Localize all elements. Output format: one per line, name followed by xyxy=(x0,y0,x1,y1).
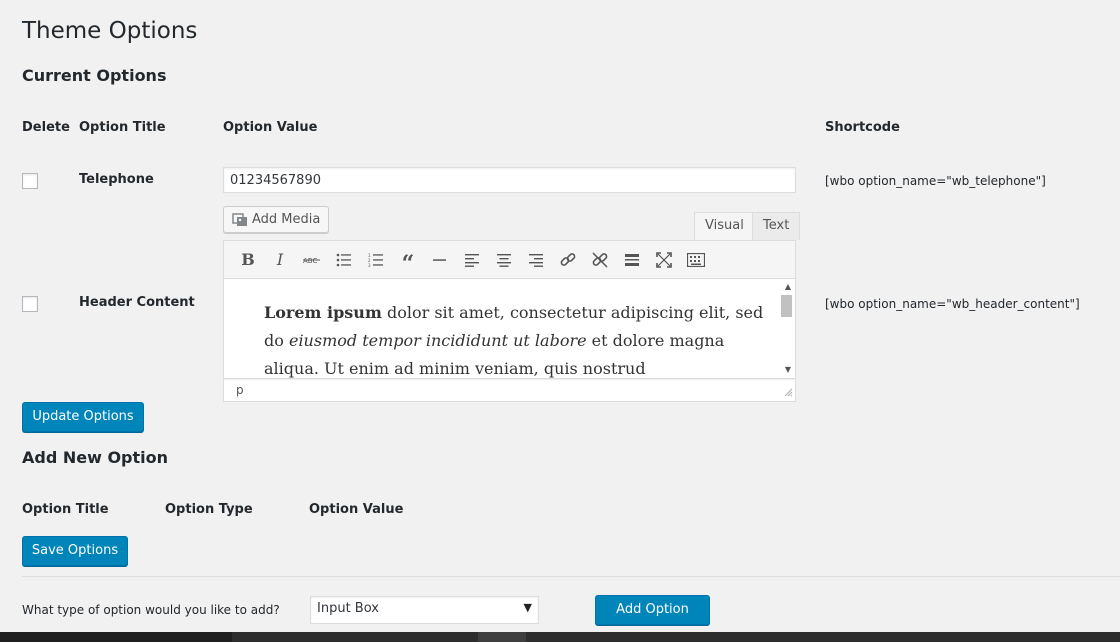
delete-header-content-checkbox[interactable] xyxy=(22,296,38,312)
editor-content-area[interactable]: Lorem ipsum dolor sit amet, consectetur … xyxy=(223,278,796,379)
add-media-icon xyxy=(232,212,248,227)
tab-text[interactable]: Text xyxy=(752,212,801,240)
section-divider xyxy=(22,576,1120,577)
column-header-option-value: Option Value xyxy=(223,120,318,135)
shortcode-telephone: [wbo option_name="wb_telephone"] xyxy=(825,174,1046,188)
insert-link-icon[interactable] xyxy=(552,245,584,275)
align-left-icon[interactable] xyxy=(456,245,488,275)
align-center-icon[interactable] xyxy=(488,245,520,275)
tab-visual[interactable]: Visual xyxy=(694,212,755,240)
column-header-shortcode: Shortcode xyxy=(825,120,900,135)
numbered-list-icon[interactable]: 123 xyxy=(360,245,392,275)
horizontal-rule-icon[interactable] xyxy=(424,245,456,275)
bullet-list-icon[interactable] xyxy=(328,245,360,275)
add-new-option-heading: Add New Option xyxy=(22,448,169,467)
add-media-button[interactable]: Add Media xyxy=(223,206,330,233)
option-title-telephone: Telephone xyxy=(79,172,154,187)
remove-link-icon[interactable] xyxy=(584,245,616,275)
os-taskbar xyxy=(0,632,1120,642)
strikethrough-icon[interactable]: ABC xyxy=(296,245,328,275)
column-header-delete: Delete xyxy=(22,120,70,135)
svg-text:3: 3 xyxy=(368,263,371,267)
blockquote-icon[interactable]: “ xyxy=(392,245,424,277)
column-header-new-option-value: Option Value xyxy=(309,502,404,517)
editor-text-italic: eiusmod tempor incididunt ut labore xyxy=(288,331,587,350)
option-type-select[interactable]: Input Box ▼ xyxy=(310,596,539,624)
element-path[interactable]: p xyxy=(236,383,244,397)
toolbar-toggle-icon[interactable] xyxy=(680,245,712,275)
scrollbar-thumb[interactable] xyxy=(781,295,792,317)
scroll-up-arrow-icon[interactable]: ▲ xyxy=(785,282,791,291)
editor-text-bold: Lorem ipsum xyxy=(264,303,382,322)
editor-toolbar: B I ABC 123 “ xyxy=(223,240,796,278)
add-media-label: Add Media xyxy=(252,212,321,227)
option-type-prompt: What type of option would you like to ad… xyxy=(22,603,280,617)
option-type-selected-value: Input Box xyxy=(317,601,379,616)
delete-telephone-checkbox[interactable] xyxy=(22,173,38,189)
editor-text: Lorem ipsum dolor sit amet, consectetur … xyxy=(264,299,764,378)
scroll-down-arrow-icon[interactable]: ▼ xyxy=(785,365,791,374)
editor-scrollbar[interactable]: ▲ ▼ xyxy=(778,279,795,378)
current-options-heading: Current Options xyxy=(22,66,167,85)
column-header-new-option-title: Option Title xyxy=(22,502,109,517)
bold-icon[interactable]: B xyxy=(232,245,264,275)
resize-handle-icon[interactable] xyxy=(783,386,793,400)
fullscreen-icon[interactable] xyxy=(648,245,680,275)
taskbar-active-item[interactable] xyxy=(478,632,526,642)
column-header-option-title: Option Title xyxy=(79,120,166,135)
dropdown-arrow-icon: ▼ xyxy=(523,601,532,614)
shortcode-header-content: [wbo option_name="wb_header_content"] xyxy=(825,297,1080,311)
taskbar-start-area[interactable] xyxy=(0,632,232,642)
align-right-icon[interactable] xyxy=(520,245,552,275)
telephone-value-input[interactable] xyxy=(223,167,796,193)
save-options-button[interactable]: Save Options xyxy=(22,536,128,566)
italic-icon[interactable]: I xyxy=(264,245,296,275)
update-options-button[interactable]: Update Options xyxy=(22,402,144,432)
option-title-header-content: Header Content xyxy=(79,295,195,310)
editor-statusbar: p xyxy=(223,379,796,402)
read-more-icon[interactable] xyxy=(616,245,648,275)
svg-text:ABC: ABC xyxy=(303,257,317,265)
column-header-new-option-type: Option Type xyxy=(165,502,253,517)
page-title: Theme Options xyxy=(22,18,198,44)
add-option-button[interactable]: Add Option xyxy=(595,595,710,625)
